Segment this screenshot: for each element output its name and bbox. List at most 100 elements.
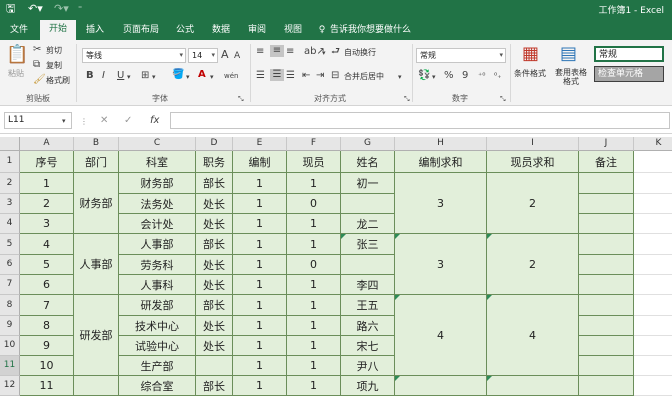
table-cell[interactable]: 路六 bbox=[341, 316, 395, 336]
column-header[interactable]: D bbox=[196, 137, 233, 151]
align-middle-icon[interactable]: ≡ bbox=[270, 45, 284, 57]
row-header[interactable]: 10 bbox=[0, 336, 20, 356]
cancel-icon[interactable]: ✕ bbox=[100, 115, 108, 127]
redo-icon[interactable]: ↷▾ bbox=[54, 2, 69, 16]
table-cell[interactable]: 0 bbox=[287, 255, 341, 275]
table-cell[interactable]: 1 bbox=[233, 336, 287, 356]
table-cell[interactable]: 1 bbox=[233, 194, 287, 214]
chevron-down-icon[interactable]: ▾ bbox=[62, 115, 66, 127]
table-cell[interactable]: 3 bbox=[20, 214, 74, 234]
table-cell[interactable]: 1 bbox=[287, 336, 341, 356]
table-cell[interactable]: 1 bbox=[233, 295, 287, 316]
tab-page-layout[interactable]: 页面布局 bbox=[116, 21, 166, 40]
sum-bianzhi-cell[interactable] bbox=[395, 376, 487, 396]
conditional-format-icon[interactable]: ▦ bbox=[522, 44, 539, 64]
table-cell[interactable]: 财务部 bbox=[119, 173, 196, 194]
header-cell[interactable]: 现员求和 bbox=[487, 151, 579, 173]
department-cell[interactable]: 研发部 bbox=[74, 295, 119, 376]
table-cell[interactable]: 生产部 bbox=[119, 356, 196, 376]
insert-function-button[interactable]: fx bbox=[150, 115, 159, 127]
tab-home[interactable]: 开始 bbox=[40, 20, 76, 40]
table-cell[interactable]: 部长 bbox=[196, 376, 233, 396]
table-cell[interactable]: 研发部 bbox=[119, 295, 196, 316]
formula-input[interactable] bbox=[170, 112, 670, 129]
table-cell[interactable]: 会计处 bbox=[119, 214, 196, 234]
table-cell[interactable]: 7 bbox=[20, 295, 74, 316]
table-cell[interactable]: 1 bbox=[233, 214, 287, 234]
sum-bianzhi-cell[interactable]: 3 bbox=[395, 173, 487, 234]
table-cell[interactable]: 1 bbox=[20, 173, 74, 194]
department-cell[interactable] bbox=[74, 376, 119, 396]
chevron-down-icon[interactable]: ▾ bbox=[127, 71, 131, 83]
table-cell[interactable]: 1 bbox=[287, 376, 341, 396]
table-cell[interactable] bbox=[579, 356, 634, 376]
table-cell[interactable]: 部长 bbox=[196, 234, 233, 255]
table-cell[interactable]: 处长 bbox=[196, 194, 233, 214]
row-header[interactable]: 8 bbox=[0, 295, 20, 316]
header-cell[interactable]: 姓名 bbox=[341, 151, 395, 173]
header-cell[interactable]: 现员 bbox=[287, 151, 341, 173]
table-cell[interactable] bbox=[579, 295, 634, 316]
column-header[interactable]: E bbox=[233, 137, 287, 151]
table-cell[interactable] bbox=[634, 376, 672, 396]
table-cell[interactable] bbox=[579, 234, 634, 255]
table-cell[interactable] bbox=[634, 316, 672, 336]
table-cell[interactable] bbox=[579, 214, 634, 234]
header-cell[interactable]: 备注 bbox=[579, 151, 634, 173]
table-cell[interactable] bbox=[634, 275, 672, 295]
table-cell[interactable]: 部长 bbox=[196, 173, 233, 194]
row-header[interactable]: 4 bbox=[0, 214, 20, 234]
column-header[interactable]: K bbox=[634, 137, 672, 151]
table-cell[interactable]: 1 bbox=[287, 275, 341, 295]
department-cell[interactable]: 财务部 bbox=[74, 173, 119, 234]
merge-center-button[interactable]: 合并后居中 bbox=[344, 71, 384, 82]
chevron-down-icon[interactable]: ▾ bbox=[152, 71, 156, 83]
grow-font-button[interactable]: A bbox=[221, 49, 229, 61]
table-cell[interactable] bbox=[634, 336, 672, 356]
bold-button[interactable]: B bbox=[86, 70, 94, 82]
table-cell[interactable]: 6 bbox=[20, 275, 74, 295]
undo-icon[interactable]: ↶▾ bbox=[28, 2, 43, 16]
tab-file[interactable]: 文件 bbox=[4, 21, 34, 40]
tab-formulas[interactable]: 公式 bbox=[170, 21, 200, 40]
copy-button[interactable]: 复制 bbox=[46, 60, 62, 71]
table-cell[interactable] bbox=[579, 316, 634, 336]
phonetic-guide-icon[interactable]: wén bbox=[224, 70, 238, 82]
table-cell[interactable]: 1 bbox=[287, 356, 341, 376]
row-header[interactable]: 1 bbox=[0, 151, 20, 173]
sum-bianzhi-cell[interactable]: 3 bbox=[395, 234, 487, 295]
comma-button[interactable]: 9 bbox=[462, 70, 468, 82]
increase-decimal-icon[interactable]: ⁺⁰ bbox=[478, 70, 485, 82]
chevron-down-icon[interactable]: ▾ bbox=[210, 71, 214, 83]
department-cell[interactable]: 人事部 bbox=[74, 234, 119, 295]
table-cell[interactable]: 人事部 bbox=[119, 234, 196, 255]
tab-view[interactable]: 视图 bbox=[278, 21, 308, 40]
tab-data[interactable]: 数据 bbox=[206, 21, 236, 40]
table-cell[interactable]: 1 bbox=[233, 173, 287, 194]
table-cell[interactable] bbox=[634, 214, 672, 234]
row-header[interactable]: 2 bbox=[0, 173, 20, 194]
table-cell[interactable] bbox=[579, 173, 634, 194]
borders-icon[interactable]: ⊞ bbox=[141, 70, 149, 82]
sum-xianyuan-cell[interactable]: 2 bbox=[487, 173, 579, 234]
tab-insert[interactable]: 插入 bbox=[80, 21, 110, 40]
font-color-button[interactable]: A bbox=[198, 69, 206, 81]
table-cell[interactable]: 1 bbox=[233, 255, 287, 275]
font-name-select[interactable]: 等线 ▾ bbox=[82, 48, 186, 63]
select-all-corner[interactable] bbox=[0, 137, 20, 151]
table-cell[interactable]: 处长 bbox=[196, 316, 233, 336]
row-header[interactable]: 3 bbox=[0, 194, 20, 214]
table-cell[interactable] bbox=[579, 255, 634, 275]
table-cell[interactable] bbox=[341, 255, 395, 275]
save-icon[interactable]: 🖫 bbox=[6, 2, 15, 16]
table-cell[interactable]: 1 bbox=[287, 173, 341, 194]
row-header[interactable]: 5 bbox=[0, 234, 20, 255]
shrink-font-button[interactable]: A bbox=[234, 50, 240, 62]
currency-icon[interactable]: 💱 bbox=[418, 70, 430, 82]
table-cell[interactable]: 1 bbox=[287, 234, 341, 255]
table-cell[interactable]: 1 bbox=[287, 316, 341, 336]
column-header[interactable]: G bbox=[341, 137, 395, 151]
sum-xianyuan-cell[interactable] bbox=[487, 376, 579, 396]
table-cell[interactable]: 2 bbox=[20, 194, 74, 214]
table-cell[interactable]: 0 bbox=[287, 194, 341, 214]
